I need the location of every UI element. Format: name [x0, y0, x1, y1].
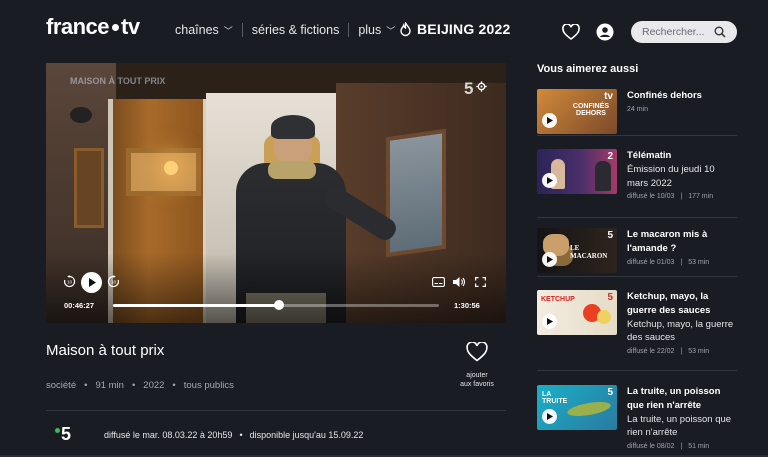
rewind-10-icon[interactable]: 10: [63, 275, 76, 288]
progress-bar[interactable]: [113, 300, 439, 310]
thumbnail-channel: 5: [607, 387, 613, 398]
top-header: france tv chaînes ﹀ séries & fictions pl…: [0, 0, 768, 64]
card-meta: diffusé le 10/03 | 177 min: [627, 193, 714, 201]
thumbnail-text: LA TRUITE: [542, 391, 568, 405]
thumbnail-channel: 2: [607, 151, 613, 162]
meta-year: 2022: [143, 380, 165, 391]
total-time: 1:30:56: [454, 301, 480, 310]
play-button[interactable]: [542, 314, 557, 329]
heart-outline-icon: [466, 341, 488, 362]
thumbnail-channel: tv: [604, 91, 613, 102]
subtitles-icon[interactable]: [432, 277, 445, 287]
card-meta: diffusé le 01/03 | 53 min: [627, 258, 710, 266]
card-subtitle: Ketchup, mayo, la guerre des sauces: [627, 318, 734, 344]
play-icon: [88, 278, 96, 287]
nav-divider: [348, 23, 350, 37]
recommendation-thumbnail[interactable]: LE MACARON 5: [537, 228, 617, 273]
add-to-favorites-button[interactable]: ajouter aux favoris: [452, 341, 502, 390]
current-time: 00:46:27: [64, 301, 95, 310]
play-icon: [547, 177, 553, 184]
chevron-down-icon: ﹀: [223, 25, 233, 36]
fav-label-line1: ajouter: [466, 372, 488, 379]
chevron-down-icon: ﹀: [386, 25, 396, 36]
search-box[interactable]: [631, 21, 737, 43]
video-watermark: MAISON À TOUT PRIX: [70, 76, 166, 86]
card-subtitle: La truite, un poisson que rien n'arrête: [627, 413, 732, 439]
play-icon: [547, 413, 553, 420]
settings-gear-icon[interactable]: [476, 81, 487, 92]
francetv-logo[interactable]: france tv: [46, 14, 140, 40]
play-icon: [547, 256, 553, 263]
beijing-2022-link[interactable]: BEIJING 2022: [400, 21, 510, 37]
card-title[interactable]: La truite, un poisson que rien n'arrête: [627, 385, 737, 413]
channel-logo: 5: [55, 424, 71, 445]
info-divider: [46, 410, 506, 411]
card-title[interactable]: Télématin: [627, 149, 737, 163]
program-meta: société • 91 min • 2022 • tous publics: [46, 380, 234, 391]
nav-divider: [241, 23, 243, 37]
recommendation-thumbnail[interactable]: 2: [537, 149, 617, 194]
recommendation-thumbnail[interactable]: KETCHUP 5: [537, 290, 617, 335]
progress-fill: [113, 304, 280, 307]
card-subtitle: Émission du jeudi 10 mars 2022: [627, 163, 715, 189]
broadcast-date: diffusé le mar. 08.03.22 à 20h59: [104, 430, 233, 440]
play-button[interactable]: [542, 252, 557, 267]
card-meta: 24 min: [627, 105, 649, 113]
search-icon[interactable]: [714, 26, 726, 38]
meta-genre[interactable]: société: [46, 380, 76, 391]
availability: disponible jusqu'au 15.09.22: [249, 430, 364, 440]
card-meta: diffusé le 22/02 | 53 min: [627, 348, 710, 356]
play-icon: [547, 318, 553, 325]
search-input[interactable]: [642, 26, 714, 38]
play-button[interactable]: [542, 409, 557, 424]
channel-dot: [55, 428, 60, 433]
channel-watermark: 5: [464, 79, 474, 98]
thumbnail-channel: 5: [607, 292, 613, 303]
meta-rating: tous publics: [183, 380, 234, 391]
thumbnail-text: KETCHUP: [541, 296, 575, 303]
broadcast-info: diffusé le mar. 08.03.22 à 20h59 • dispo…: [104, 430, 364, 440]
play-button[interactable]: [542, 113, 557, 128]
meta-duration: 91 min: [95, 380, 124, 391]
card-title[interactable]: Le macaron mis à l'amande ?: [627, 228, 737, 256]
card-title[interactable]: Ketchup, mayo, la guerre des sauces: [627, 290, 737, 318]
play-icon: [547, 117, 553, 124]
logo-text-tv: tv: [121, 14, 140, 39]
program-title: Maison à tout prix: [46, 342, 165, 359]
nav-item-plus[interactable]: plus ﹀: [358, 23, 395, 37]
nav-item-chaines[interactable]: chaînes ﹀: [175, 23, 233, 37]
fav-label-line2: aux favoris: [460, 381, 494, 389]
recommendation-thumbnail[interactable]: LA TRUITE 5: [537, 385, 617, 430]
fullscreen-icon[interactable]: [475, 277, 486, 287]
play-button[interactable]: [542, 173, 557, 188]
card-title[interactable]: Confinés dehors: [627, 89, 737, 103]
recommendation-thumbnail[interactable]: CONFINÉS DEHORS tv: [537, 89, 617, 134]
user-account-icon[interactable]: [596, 23, 614, 41]
main-nav: chaînes ﹀ séries & fictions plus ﹀: [175, 23, 395, 37]
flame-icon: [400, 21, 411, 36]
nav-item-series-fictions[interactable]: séries & fictions: [252, 23, 340, 37]
volume-icon[interactable]: [453, 277, 466, 287]
heart-icon[interactable]: [562, 24, 580, 40]
logo-text-france: france: [46, 14, 110, 39]
logo-dot: [112, 23, 120, 31]
forward-10-icon[interactable]: 10: [107, 275, 120, 288]
thumbnail-channel: 5: [607, 230, 613, 241]
svg-text:10: 10: [111, 280, 117, 285]
thumbnail-text: CONFINÉS DEHORS: [572, 103, 610, 118]
svg-text:10: 10: [67, 280, 73, 285]
thumbnail-text: LE MACARON: [570, 244, 608, 260]
recommendations-title: Vous aimerez aussi: [537, 63, 639, 75]
play-button[interactable]: [81, 272, 102, 293]
card-meta: diffusé le 08/02 | 51 min: [627, 443, 710, 451]
